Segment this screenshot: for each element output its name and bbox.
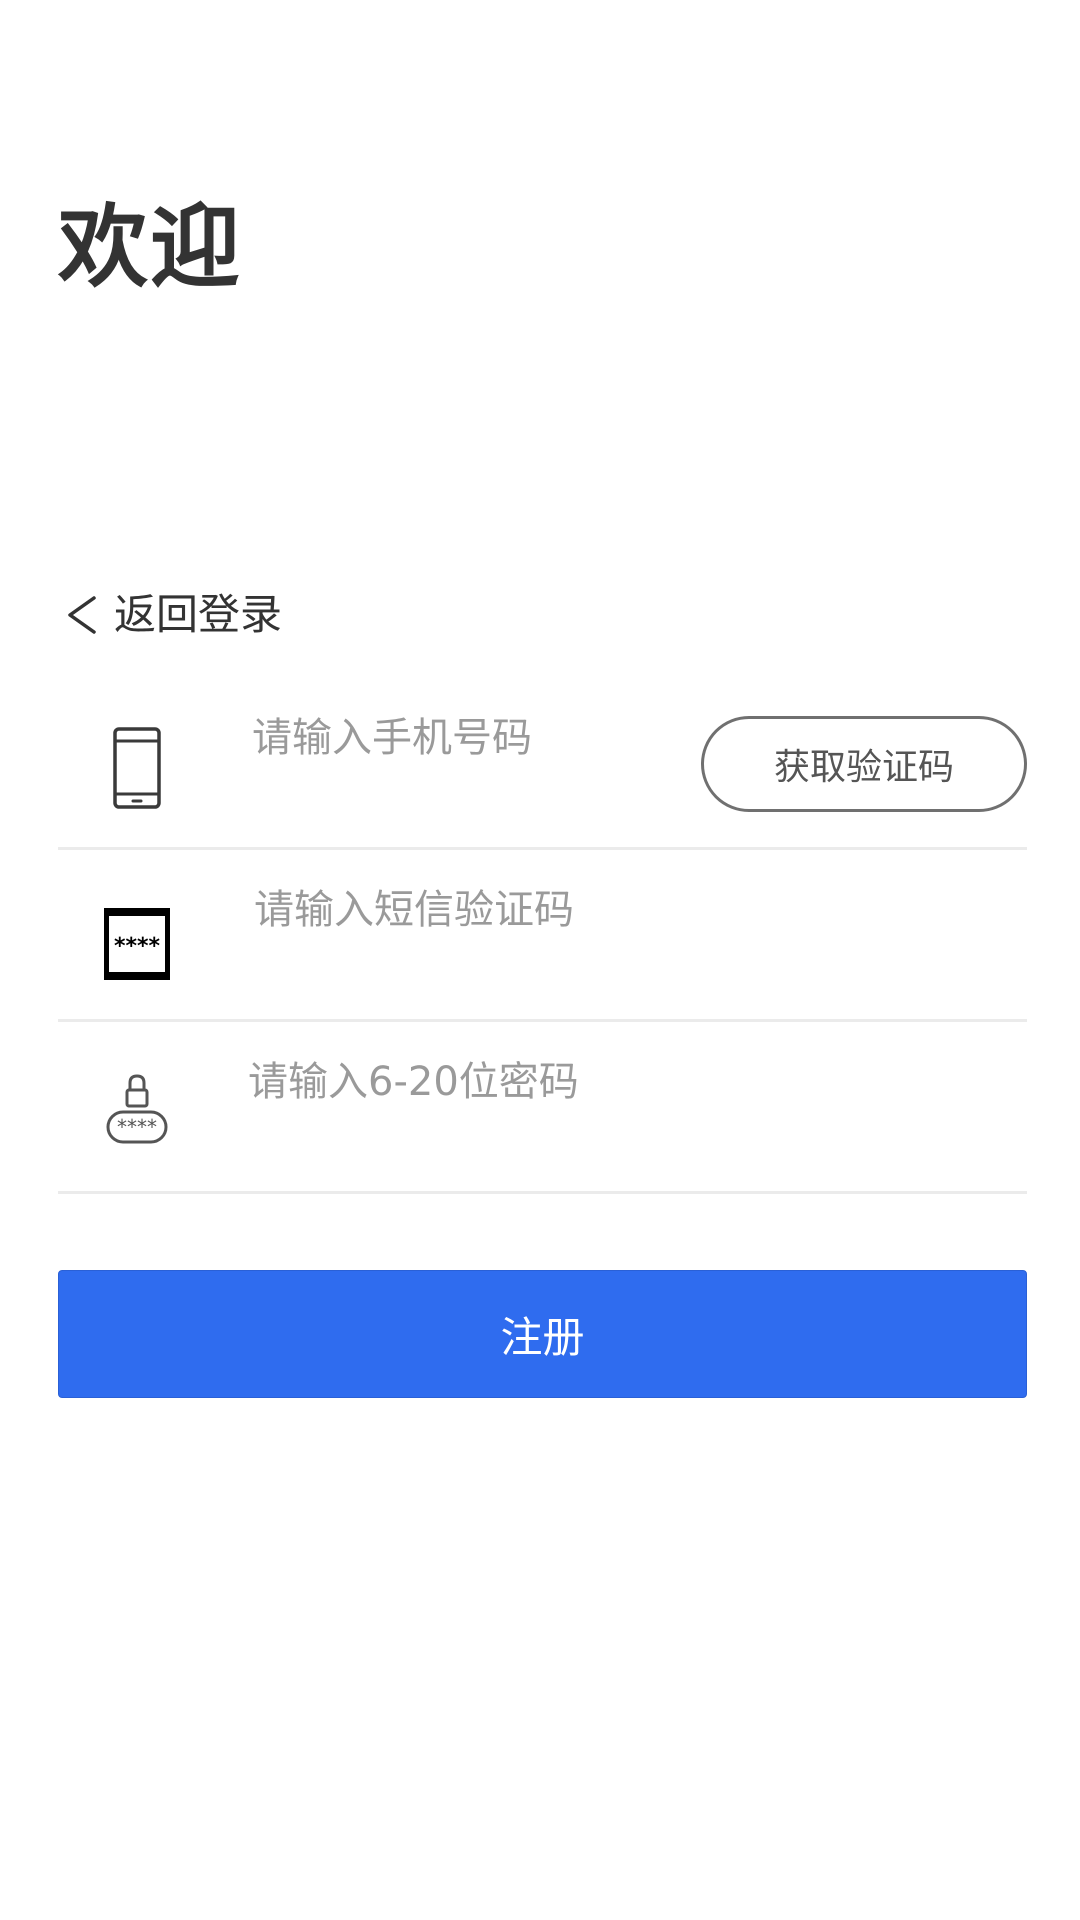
back-to-login-link[interactable]: 返回登录	[62, 585, 282, 645]
phone-icon	[113, 727, 161, 809]
svg-text:****: ****	[117, 1115, 157, 1139]
svg-text:****: ****	[114, 934, 161, 959]
sms-code-row: ****	[58, 852, 1027, 1022]
password-input[interactable]	[248, 1052, 948, 1112]
password-row: ****	[58, 1024, 1027, 1194]
back-to-login-label: 返回登录	[114, 590, 283, 639]
page-title: 欢迎	[58, 195, 242, 300]
chevron-left-icon	[68, 596, 96, 634]
sms-code-input[interactable]	[254, 880, 954, 940]
phone-row: 获取验证码	[58, 680, 1027, 850]
get-code-button[interactable]: 获取验证码	[701, 716, 1027, 812]
register-button[interactable]: 注册	[58, 1270, 1027, 1398]
sms-code-icon: ****	[104, 908, 170, 980]
phone-input[interactable]	[252, 708, 682, 768]
password-lock-icon: ****	[106, 1074, 168, 1144]
